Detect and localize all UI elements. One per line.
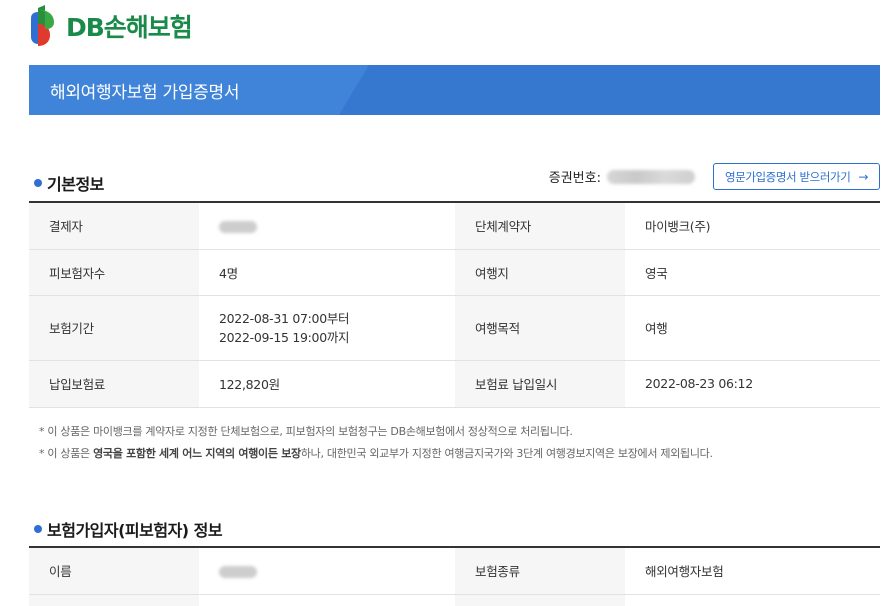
payer-value: [199, 202, 455, 250]
group-contractor-value: 마이뱅크(주): [625, 202, 880, 250]
payment-datetime-value: 2022-08-23 06:12: [625, 360, 880, 408]
insured-count-label: 피보험자수: [29, 249, 199, 296]
redacted-value: [219, 220, 257, 233]
table-row: 피보험자수 4명 여행지 영국: [29, 249, 880, 296]
table-row: 보험기간 2022-08-31 07:00부터 2022-09-15 19:00…: [29, 295, 880, 361]
name-label: 이름: [29, 547, 199, 595]
bullet-dot-icon: [34, 179, 42, 187]
table-row: 이름 보험종류 해외여행자보험: [29, 547, 880, 595]
payer-label: 결제자: [29, 202, 199, 250]
payment-datetime-label: 보험료 납입일시: [455, 360, 625, 408]
period-end: 2022-09-15 19:00까지: [219, 329, 350, 345]
page-banner: 해외여행자보험 가입증명서: [29, 65, 880, 115]
insured-count-value: 4명: [199, 249, 455, 296]
travel-purpose-value: 여행: [625, 295, 880, 361]
insurance-type-label: 보험종류: [455, 547, 625, 595]
arrow-right-icon: →: [858, 169, 869, 184]
premium-label: 납입보험료: [29, 360, 199, 408]
insured-info-heading: 보험가입자(피보험자) 정보: [34, 517, 223, 541]
note-group-insurance: * 이 상품은 마이뱅크를 계약자로 지정한 단체보험으로, 피보험자의 보험청…: [39, 425, 573, 438]
english-certificate-label: 영문가입증명서 받으러가기: [724, 169, 851, 184]
english-certificate-button[interactable]: 영문가입증명서 받으러가기 →: [713, 163, 880, 190]
page-title: 해외여행자보험 가입증명서: [50, 83, 240, 103]
note-coverage: * 이 상품은 영국을 포함한 세계 어느 지역의 여행이든 보장하나, 대한민…: [39, 447, 713, 460]
insurance-type-value: 해외여행자보험: [625, 547, 880, 595]
basic-info-table: 결제자 단체계약자 마이뱅크(주) 피보험자수 4명 여행지 영국 보험기간 2…: [29, 201, 880, 408]
table-row: 결제자 단체계약자 마이뱅크(주): [29, 202, 880, 250]
travel-purpose-label: 여행목적: [455, 295, 625, 361]
basic-info-title: 기본정보: [47, 175, 104, 194]
db-logo-icon: [28, 4, 64, 48]
insured-info-table: 이름 보험종류 해외여행자보험: [29, 546, 880, 606]
destination-label: 여행지: [455, 249, 625, 296]
certificate-number-label: 증권번호:: [548, 171, 601, 186]
insurance-period-label: 보험기간: [29, 295, 199, 361]
bullet-dot-icon: [34, 525, 42, 533]
certificate-number-row: 증권번호: 영문가입증명서 받으러가기 →: [549, 163, 880, 190]
premium-value: 122,820원: [199, 360, 455, 408]
table-row: [29, 594, 880, 606]
period-start: 2022-08-31 07:00부터: [219, 310, 350, 326]
notes: * 이 상품은 마이뱅크를 계약자로 지정한 단체보험으로, 피보험자의 보험청…: [39, 421, 713, 465]
logo-text: DB손해보험: [66, 13, 193, 42]
insured-info-title: 보험가입자(피보험자) 정보: [47, 521, 223, 540]
note-coverage-bold: 영국을 포함한 세계 어느 지역의 여행이든 보장: [93, 447, 301, 460]
destination-value: 영국: [625, 249, 880, 296]
table-row: 납입보험료 122,820원 보험료 납입일시 2022-08-23 06:12: [29, 360, 880, 408]
certificate-number-value: [607, 169, 695, 184]
insurance-period-value: 2022-08-31 07:00부터 2022-09-15 19:00까지: [199, 295, 455, 361]
basic-info-heading: 기본정보: [34, 171, 104, 195]
group-contractor-label: 단체계약자: [455, 202, 625, 250]
redacted-value: [219, 565, 257, 578]
name-value: [199, 547, 455, 595]
brand-logo[interactable]: DB손해보험: [28, 4, 193, 48]
